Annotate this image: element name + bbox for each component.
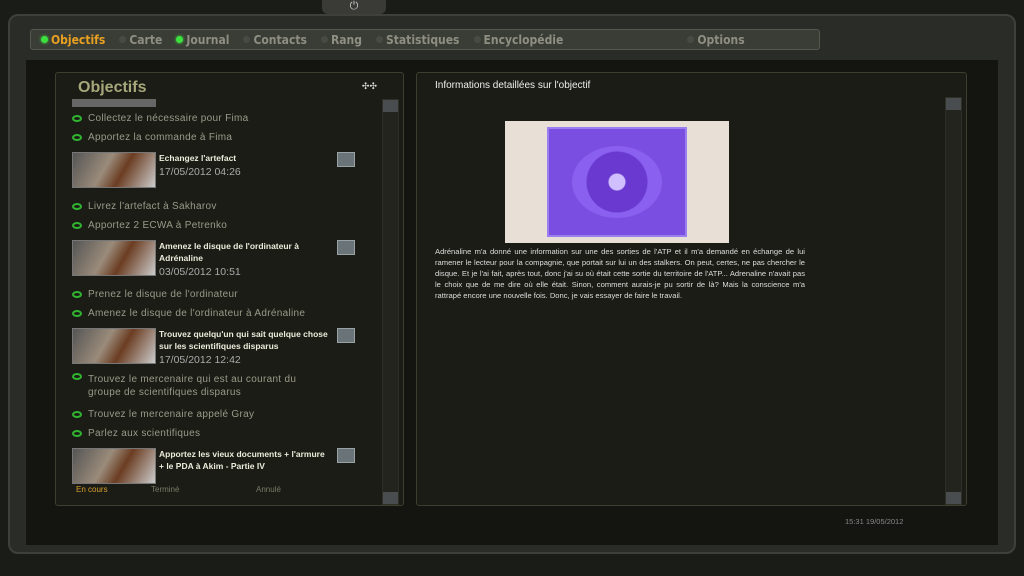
filter-in-progress[interactable]: En cours [76, 485, 108, 494]
expand-icon[interactable]: ✣✣ [362, 81, 377, 92]
scroll-down-button[interactable] [383, 492, 398, 504]
quest-thumbnail [72, 240, 156, 276]
quest-thumbnail [72, 328, 156, 364]
tab-statistiques[interactable]: Statistiques [375, 32, 460, 47]
quest-title: Amenez le disque de l'ordinateur à Adrén… [159, 241, 299, 263]
map-marker-icon[interactable] [337, 152, 355, 167]
sub-objective[interactable]: Collectez le nécessaire pour Fima [72, 109, 382, 128]
sub-objective-text: Parlez aux scientifiques [88, 428, 201, 439]
objective-ring-icon [72, 373, 82, 380]
tab-objectifs[interactable]: Objectifs [41, 33, 105, 47]
objective-description: Adrénaline m'a donné une information sur… [435, 247, 805, 300]
map-marker-icon[interactable] [337, 448, 355, 463]
scroll-up-button[interactable] [946, 98, 961, 110]
tab-label: Options [697, 32, 745, 47]
tab-label: Journal [186, 32, 230, 47]
map-marker-icon[interactable] [337, 328, 355, 343]
quest-title: Apportez les vieux documents + l'armure … [159, 449, 325, 471]
sub-objective[interactable]: Prenez le disque de l'ordinateur [72, 285, 382, 304]
quest-date: 17/05/2012 04:26 [159, 166, 241, 178]
objective-ring-icon [72, 430, 82, 437]
objective-ring-icon [72, 411, 82, 418]
objective-image-cd [505, 121, 729, 243]
objective-ring-icon [72, 310, 82, 317]
sub-objective[interactable]: Amenez le disque de l'ordinateur à Adrén… [72, 304, 382, 323]
quest-title: Echangez l'artefact [159, 153, 237, 163]
sub-objective[interactable]: Livrez l'artefact à Sakharov [72, 197, 382, 216]
objective-ring-icon [72, 115, 82, 122]
objectives-list: Collectez le nécessaire pour Fima Apporte… [72, 99, 382, 489]
quest-entry[interactable]: Apportez les vieux documents + l'armure … [72, 448, 382, 488]
tab-contacts[interactable]: Contacts [243, 32, 307, 47]
sub-objective-text: Livrez l'artefact à Sakharov [88, 201, 217, 212]
scroll-down-button[interactable] [946, 492, 961, 504]
tab-label: Encyclopédie [483, 32, 564, 47]
led-icon [119, 36, 127, 43]
panel-title: Objectifs [78, 79, 147, 96]
quest-thumbnail [72, 448, 156, 484]
sub-objective-text: Trouvez le mercenaire appelé Gray [88, 409, 255, 420]
filter-cancelled[interactable]: Annulé [256, 485, 281, 494]
objectives-scrollbar[interactable] [382, 99, 399, 505]
led-icon [176, 36, 184, 43]
sub-objective-text: Prenez le disque de l'ordinateur [88, 289, 238, 300]
quest-entry[interactable]: Trouvez quelqu'un qui sait quelque chose… [72, 328, 382, 368]
tab-rang[interactable]: Rang [320, 32, 362, 47]
objective-ring-icon [72, 291, 82, 298]
objective-ring-icon [72, 222, 82, 229]
filter-completed[interactable]: Terminé [151, 485, 179, 494]
tab-label: Rang [330, 32, 362, 47]
quest-title: Trouvez quelqu'un qui sait quelque chose… [159, 329, 328, 351]
details-title: Informations detaillées sur l'objectif [435, 80, 591, 91]
tab-label: Objectifs [51, 32, 106, 47]
sub-objective[interactable]: Trouvez le mercenaire appelé Gray [72, 405, 382, 424]
sub-objective-text: Amenez le disque de l'ordinateur à Adrén… [88, 308, 306, 319]
tab-bar: Objectifs Carte Journal Contacts Rang Statist… [30, 29, 820, 50]
map-marker-icon[interactable] [337, 240, 355, 255]
details-panel: Informations detaillées sur l'objectif A… [416, 72, 967, 506]
tab-label: Contacts [253, 32, 307, 47]
quest-date: 03/05/2012 10:51 [159, 266, 241, 278]
quest-date: 17/05/2012 12:42 [159, 354, 241, 366]
power-icon[interactable]: ⏻ [322, 0, 386, 14]
objectives-panel: Objectifs ✣✣ Collectez le nécessaire pou… [55, 72, 404, 506]
objective-ring-icon [72, 134, 82, 141]
quest-thumbnail [72, 152, 156, 188]
sub-objective-text: Apportez la commande à Fima [88, 132, 233, 143]
sub-objective-text: Apportez 2 ECWA à Petrenko [88, 220, 228, 231]
tab-options[interactable]: Options [687, 32, 745, 47]
clock: 15:31 19/05/2012 [845, 517, 904, 526]
led-icon [375, 36, 383, 43]
scroll-up-button[interactable] [383, 100, 398, 112]
led-icon [41, 36, 48, 43]
sub-objective[interactable]: Apportez la commande à Fima [72, 128, 382, 147]
sub-objective[interactable]: Parlez aux scientifiques [72, 424, 382, 443]
sub-objective-text: Trouvez le mercenaire qui est au courant… [88, 374, 297, 398]
objective-ring-icon [72, 203, 82, 210]
led-icon [320, 36, 328, 43]
quest-entry[interactable]: Amenez le disque de l'ordinateur à Adrén… [72, 240, 382, 280]
tab-encyclopédie[interactable]: Encyclopédie [473, 32, 564, 47]
led-icon [687, 36, 695, 43]
tab-journal[interactable]: Journal [176, 33, 229, 47]
tab-label: Statistiques [385, 32, 460, 47]
quest-entry[interactable]: Echangez l'artefact 17/05/2012 04:26 [72, 152, 382, 192]
tab-carte[interactable]: Carte [119, 33, 162, 47]
tab-label: Carte [129, 32, 163, 47]
led-icon [243, 36, 251, 43]
details-scrollbar[interactable] [945, 97, 962, 505]
sub-objective-text: Collectez le nécessaire pour Fima [88, 113, 249, 124]
sub-objective[interactable]: Trouvez le mercenaire qui est au courant… [72, 373, 382, 405]
led-icon [473, 36, 481, 43]
quest-thumbnail [72, 99, 156, 107]
sub-objective[interactable]: Apportez 2 ECWA à Petrenko [72, 216, 382, 235]
